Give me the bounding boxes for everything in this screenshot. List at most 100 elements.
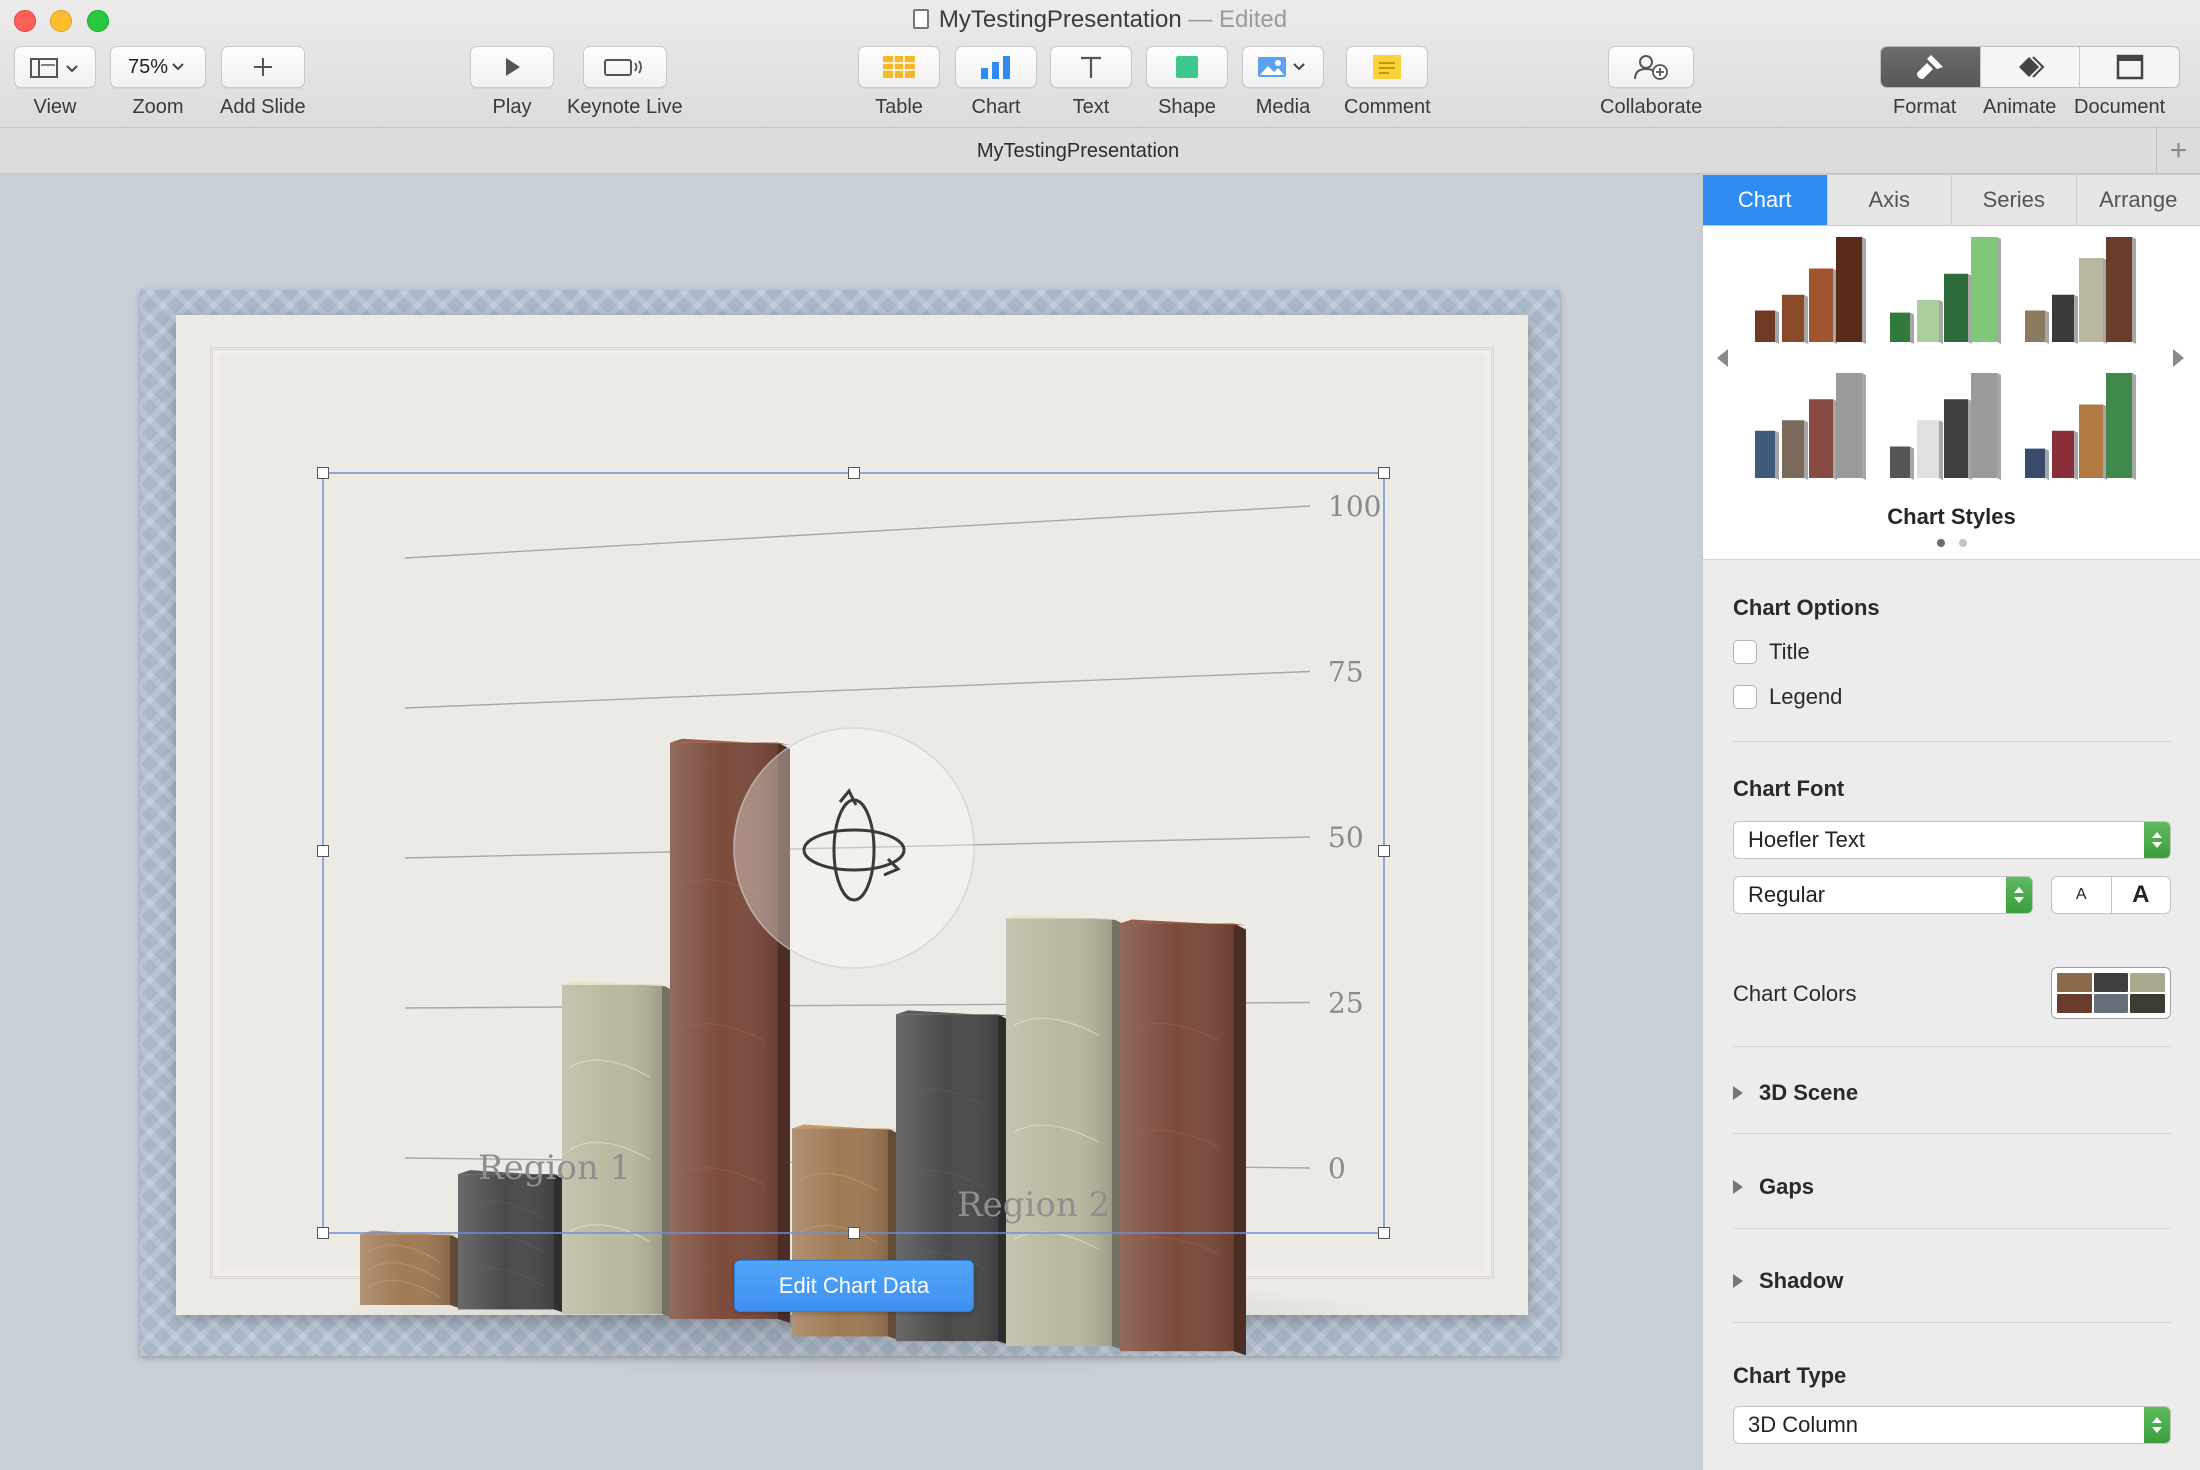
chart-style-thumbnail[interactable] <box>2013 230 2143 350</box>
insert-comment-button[interactable]: Comment <box>1344 46 1431 119</box>
document-button[interactable] <box>2079 47 2179 87</box>
resize-handle-bottom[interactable] <box>848 1227 860 1239</box>
rotate-3d-chart-control[interactable] <box>733 727 975 969</box>
chart-type-title: Chart Type <box>1733 1363 1847 1388</box>
y-tick-label: 75 <box>1328 656 1364 689</box>
divider <box>1733 1228 2171 1229</box>
collaborate-button[interactable]: Collaborate <box>1600 46 1702 119</box>
document-label: Document <box>2074 96 2166 118</box>
y-tick-label: 50 <box>1328 821 1364 854</box>
y-tick-label: 0 <box>1328 1152 1346 1185</box>
styles-page-dot[interactable] <box>1959 539 1967 547</box>
resize-handle-bottom-left[interactable] <box>317 1227 329 1239</box>
shadow-disclosure[interactable]: Shadow <box>1733 1268 1843 1294</box>
gaps-disclosure[interactable]: Gaps <box>1733 1174 1814 1200</box>
edit-chart-data-button[interactable]: Edit Chart Data <box>734 1260 974 1312</box>
next-styles-arrow-icon[interactable] <box>2173 349 2184 367</box>
divider <box>1733 741 2171 742</box>
text-icon <box>1081 56 1101 78</box>
plus-icon <box>253 58 272 76</box>
resize-handle-top[interactable] <box>848 467 860 479</box>
format-label: Format <box>1893 96 1957 118</box>
title-checkbox[interactable] <box>1733 640 1757 664</box>
gridline <box>404 670 1311 709</box>
keynote-live-button[interactable]: Keynote Live <box>567 46 683 119</box>
chart-style-thumbnail[interactable] <box>1743 230 1873 350</box>
animate-button[interactable] <box>1979 47 2080 87</box>
styles-page-dot-active[interactable] <box>1937 539 1945 547</box>
insert-shape-button[interactable]: Shape <box>1146 46 1228 119</box>
resize-handle-top-left[interactable] <box>317 467 329 479</box>
chart-style-thumbnail[interactable] <box>1878 230 2008 350</box>
chart-colors-picker[interactable] <box>2051 967 2171 1019</box>
category-label: Region 1 <box>478 1148 631 1188</box>
media-icon <box>1258 57 1305 77</box>
chart-type-popup[interactable]: 3D Column <box>1733 1406 2171 1444</box>
resize-handle-bottom-right[interactable] <box>1378 1227 1390 1239</box>
divider <box>1733 1046 2171 1047</box>
animate-diamond-icon <box>2019 56 2045 78</box>
increase-font-size-button[interactable]: A <box>2112 877 2171 913</box>
add-slide-button[interactable]: Add Slide <box>220 46 306 119</box>
resize-handle-left[interactable] <box>317 845 329 857</box>
divider <box>1733 1322 2171 1323</box>
title-option[interactable]: Title <box>1733 639 1810 665</box>
tab-chart[interactable]: Chart <box>1703 175 1827 225</box>
chart-font-title: Chart Font <box>1733 776 1845 801</box>
new-tab-button[interactable]: + <box>2156 128 2200 174</box>
format-button[interactable] <box>1881 47 1980 87</box>
keynote-live-icon <box>603 59 642 76</box>
paintbrush-icon <box>1917 55 1944 79</box>
popup-arrows-icon <box>2144 1407 2170 1443</box>
format-inspector: Chart Axis Series Arrange Chart Styles C… <box>1702 175 2200 1470</box>
sidebar-view-icon <box>30 58 78 78</box>
font-family-popup[interactable]: Hoefler Text <box>1733 821 2171 859</box>
document-icon <box>2116 54 2143 80</box>
chart-colors-label: Chart Colors <box>1733 981 1857 1006</box>
decrease-font-size-button[interactable]: A <box>2052 877 2112 913</box>
tab-axis[interactable]: Axis <box>1826 175 1952 225</box>
disclosure-triangle-icon <box>1733 1086 1743 1100</box>
resize-handle-right[interactable] <box>1378 845 1390 857</box>
divider <box>1733 1133 2171 1134</box>
inspector-segmented-control <box>1880 46 2180 88</box>
chart-style-thumbnail[interactable] <box>2013 366 2143 486</box>
add-person-icon <box>1634 55 1669 80</box>
insert-chart-button[interactable]: Chart <box>955 46 1037 119</box>
view-menu-button[interactable]: View <box>14 46 96 119</box>
play-icon <box>506 58 520 76</box>
legend-checkbox[interactable] <box>1733 685 1757 709</box>
resize-handle-top-right[interactable] <box>1378 467 1390 479</box>
insert-text-button[interactable]: Text <box>1050 46 1132 119</box>
chart-style-thumbnail[interactable] <box>1878 366 2008 486</box>
tab-arrange[interactable]: Arrange <box>2075 175 2200 225</box>
tab-mytestingpresentation[interactable]: MyTestingPresentation <box>0 128 2156 174</box>
previous-styles-arrow-icon[interactable] <box>1717 349 1728 367</box>
disclosure-triangle-icon <box>1733 1180 1743 1194</box>
chart-styles-title: Chart Styles <box>1887 504 2016 529</box>
y-tick-label: 100 <box>1328 490 1381 523</box>
3d-scene-disclosure[interactable]: 3D Scene <box>1733 1080 1858 1106</box>
chevron-down-icon <box>172 63 184 71</box>
chart-style-thumbnail[interactable] <box>1743 366 1873 486</box>
window-title: MyTestingPresentation — Edited <box>0 6 2200 34</box>
table-icon <box>883 56 915 78</box>
chart-bar <box>360 1230 462 1309</box>
shape-icon <box>1176 56 1198 78</box>
legend-option[interactable]: Legend <box>1733 684 1842 710</box>
chart-options-title: Chart Options <box>1733 595 1880 620</box>
popup-arrows-icon <box>2006 877 2032 913</box>
slide-canvas[interactable]: 0 25 50 75 100 Region 1 Region 2 Edit Chart Da… <box>0 175 1702 1470</box>
category-label: Region 2 <box>957 1185 1110 1225</box>
window-toolbar: MyTestingPresentation — Edited View 75% … <box>0 0 2200 128</box>
play-button[interactable]: Play <box>470 46 554 119</box>
zoom-value: 75% <box>127 55 169 78</box>
insert-table-button[interactable]: Table <box>858 46 940 119</box>
tab-series[interactable]: Series <box>1951 175 2076 225</box>
font-style-popup[interactable]: Regular <box>1733 876 2033 914</box>
font-size-buttons: A A <box>2051 876 2171 914</box>
zoom-menu-button[interactable]: 75% Zoom <box>110 46 206 119</box>
insert-media-button[interactable]: Media <box>1242 46 1324 119</box>
y-tick-label: 25 <box>1328 987 1364 1020</box>
disclosure-triangle-icon <box>1733 1274 1743 1288</box>
